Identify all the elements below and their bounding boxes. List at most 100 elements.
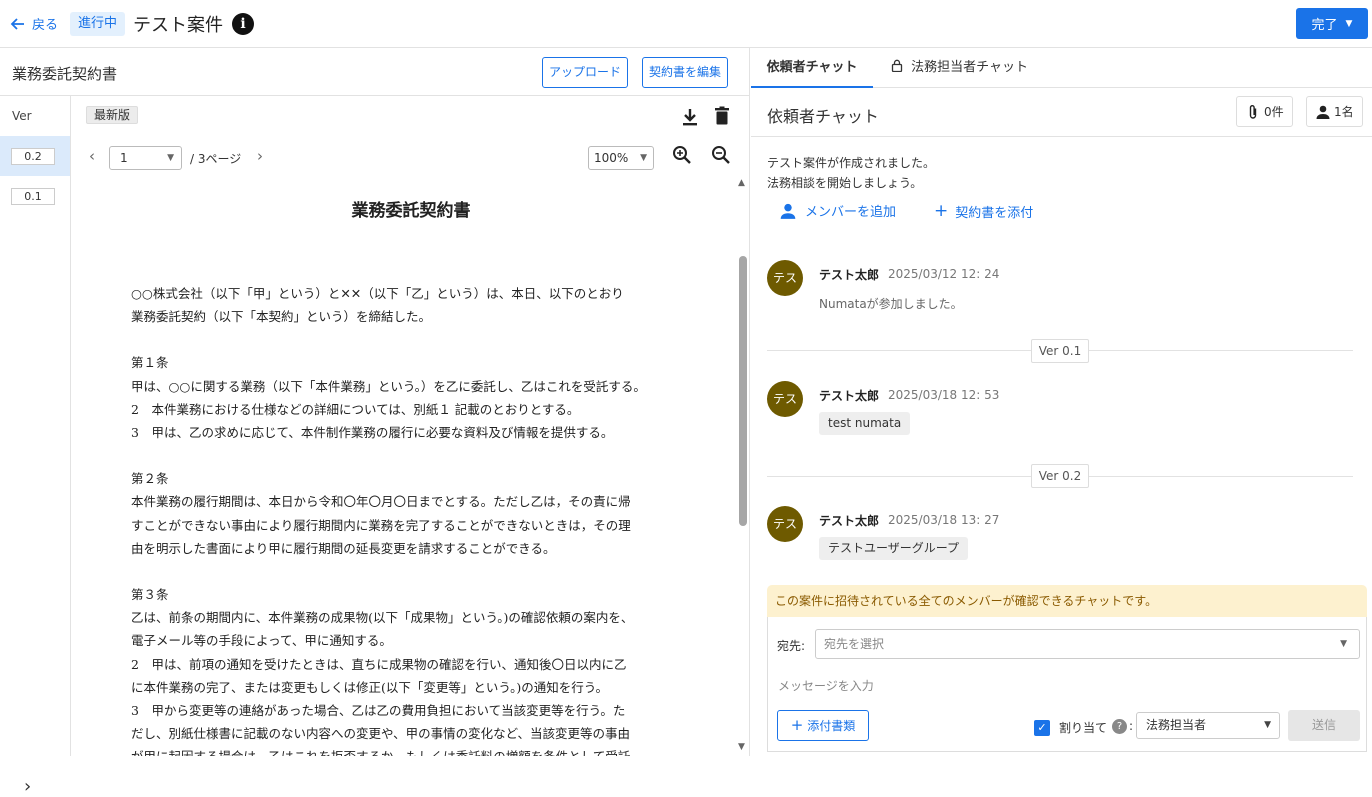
scroll-up-icon[interactable]: ▲ (738, 178, 745, 188)
attach-contract-link[interactable]: + 契約書を添付 (934, 201, 1033, 221)
document-line: すことができない事由により履行期間内に業務を完了することができないときは，その理 (131, 517, 631, 533)
page-select[interactable]: 1 ▼ (109, 146, 182, 170)
plus-icon: + (790, 716, 804, 734)
document-line: 乙は、前条の期間内に、本件業務の成果物(以下「成果物」という。)の確認依頼の案内… (131, 610, 634, 626)
assign-colon: : (1129, 719, 1134, 733)
status-badge: 進行中 (70, 12, 126, 36)
document-panel: 業務委託契約書 アップロード 契約書を編集 Ver 0.2 0.1 › 最新版 … (0, 48, 750, 797)
version-marker: Ver 0.1 (1031, 339, 1089, 363)
message-input[interactable]: メッセージを入力 (778, 677, 874, 694)
caret-down-icon: ▼ (1264, 720, 1271, 730)
document-line: 2 甲は、前項の通知を受けたときは、直ちに成果物の確認を行い、通知後〇日以内に乙 (131, 656, 627, 672)
message-author: テスト太郎 (819, 514, 880, 528)
document-scrollbar[interactable]: ▲ ▼ (737, 178, 749, 754)
version-item-0-2[interactable]: 0.2 (0, 136, 70, 176)
recipient-select[interactable]: 宛先を選択 ▼ (815, 629, 1360, 659)
caret-down-icon: ▼ (1340, 639, 1347, 649)
assignee-select[interactable]: 法務担当者 ▼ (1136, 712, 1280, 739)
arrow-left-icon (10, 17, 24, 30)
message-chip: test numata (819, 412, 911, 435)
send-button[interactable]: 送信 (1288, 710, 1360, 741)
version-marker: Ver 0.2 (1031, 464, 1089, 488)
version-list: Ver 0.2 0.1 › (0, 96, 71, 797)
document-title: 業務委託契約書 (12, 65, 118, 83)
info-icon[interactable]: i (232, 13, 254, 35)
document-line: ○○株式会社（以下「甲」という）と✕✕（以下「乙」という）は、本日、以下のとおり (131, 286, 624, 301)
tab-legal-chat[interactable]: 法務担当者チャット (891, 48, 1028, 88)
document-line: 第１条 (131, 355, 169, 371)
zoom-in-icon[interactable] (671, 144, 693, 166)
document-line: が甲に起因する場合は、乙はこれを拒否するか、もしくは委託料の増額を条件として受託 (131, 745, 721, 756)
trash-icon[interactable] (711, 105, 733, 127)
back-label: 戻る (32, 18, 59, 33)
zoom-out-icon[interactable] (710, 144, 732, 166)
edit-contract-button[interactable]: 契約書を編集 (642, 57, 729, 88)
members-count: 1名 (1334, 105, 1354, 119)
version-heading: Ver (12, 109, 32, 123)
document-header: 業務委託契約書 アップロード 契約書を編集 (0, 48, 750, 96)
document-heading: 業務委託契約書 (351, 201, 471, 221)
tab-client-chat[interactable]: 依頼者チャット (751, 48, 873, 88)
person-icon (1316, 105, 1330, 119)
attach-documents-button[interactable]: + 添付書類 (777, 710, 869, 741)
prev-page-icon[interactable]: ‹ (89, 147, 95, 165)
add-member-link[interactable]: メンバーを追加 (779, 201, 896, 220)
to-label: 宛先: (777, 639, 806, 653)
document-line: 2 本件業務における仕様などの詳細については、別紙１ 記載のとおりとする。 (131, 401, 580, 417)
assign-checkbox[interactable]: ✓ (1034, 720, 1050, 736)
system-message-line: テスト案件が作成されました。 (767, 156, 936, 170)
document-line: 電子メール等の手段によって、甲に通知する。 (131, 633, 392, 649)
attachments-count: 0件 (1264, 105, 1284, 119)
help-icon[interactable]: ? (1112, 719, 1127, 734)
upload-button[interactable]: アップロード (542, 57, 629, 88)
paperclip-icon (1249, 104, 1257, 119)
chat-notice: この案件に招待されている全てのメンバーが確認できるチャットです。 (767, 585, 1367, 617)
message-author: テスト太郎 (819, 268, 880, 282)
recipient-placeholder: 宛先を選択 (824, 637, 885, 651)
tab-legal-label: 法務担当者チャット (911, 60, 1029, 75)
document-line: 3 甲は、乙の求めに応じて、本件制作業務の履行に必要な資料及び情報を提供する。 (131, 425, 614, 441)
document-line: 業務委託契約（以下「本契約」という）を締結した。 (131, 309, 432, 325)
top-bar: 戻る 進行中 テスト案件 i 完了 ▼ (0, 0, 1372, 48)
document-line: だし、別紙仕様書に記載のない内容への変更や、甲の事情の変化など、当該変更等の事由 (131, 726, 631, 742)
page-title: テスト案件 (133, 15, 223, 36)
page-total: / 3ページ (190, 152, 242, 166)
message-text: Numataが参加しました。 (819, 297, 963, 311)
caret-down-icon: ▼ (167, 153, 174, 163)
document-line: 3 甲から変更等の連絡があった場合、乙は乙の費用負担において当該変更等を行う。た (131, 703, 626, 719)
document-page: 業務委託契約書 ○○株式会社（以下「甲」という）と✕✕（以下「乙」という）は、本… (71, 178, 735, 756)
scroll-thumb[interactable] (739, 256, 747, 526)
avatar: テス (767, 260, 803, 296)
members-button[interactable]: 1名 (1306, 96, 1363, 127)
version-item-0-1[interactable]: 0.1 (0, 176, 70, 216)
document-line: 本件業務の履行期間は、本日から令和〇年〇月〇日までとする。ただし乙は，その責に帰 (131, 494, 631, 510)
document-line: 甲は、○○に関する業務（以下「本件業務」という。）を乙に委託し、乙はこれを受託す… (131, 378, 646, 394)
chat-header: 依頼者チャット 0件 1名 (751, 88, 1372, 137)
chat-tabs: 依頼者チャット 法務担当者チャット (751, 48, 1372, 88)
done-button[interactable]: 完了 ▼ (1296, 8, 1368, 39)
message-composer: 宛先: 宛先を選択 ▼ メッセージを入力 + 添付書類 ✓ 割り当て ? : 法務… (767, 617, 1367, 752)
message-author: テスト太郎 (819, 389, 880, 403)
message-chip: テストユーザーグループ (819, 537, 969, 560)
avatar: テス (767, 506, 803, 542)
chevron-right-icon[interactable]: › (24, 776, 31, 797)
add-member-label: メンバーを追加 (805, 205, 897, 220)
attachments-button[interactable]: 0件 (1236, 96, 1293, 127)
next-page-icon[interactable]: › (257, 147, 263, 165)
scroll-down-icon[interactable]: ▼ (738, 742, 745, 752)
attach-contract-label: 契約書を添付 (955, 205, 1034, 221)
lock-icon (891, 59, 911, 75)
avatar: テス (767, 381, 803, 417)
document-line: 由を明示した書面により甲に履行期間の延長変更を請求することができる。 (131, 540, 556, 556)
done-label: 完了 (1311, 18, 1338, 33)
caret-down-icon: ▼ (1345, 18, 1353, 29)
assignee-value: 法務担当者 (1146, 718, 1207, 732)
plus-icon: + (934, 201, 949, 221)
latest-tag: 最新版 (86, 106, 139, 124)
back-link[interactable]: 戻る (10, 14, 58, 33)
zoom-value: 100% (594, 151, 629, 165)
pager-toolbar: ‹ 1 ▼ / 3ページ › 100% ▼ (71, 136, 750, 176)
zoom-select[interactable]: 100% ▼ (588, 146, 654, 170)
download-icon[interactable] (679, 106, 701, 128)
chat-panel: 依頼者チャット 法務担当者チャット 依頼者チャット 0件 1名 テスト案件が作成… (751, 48, 1372, 756)
